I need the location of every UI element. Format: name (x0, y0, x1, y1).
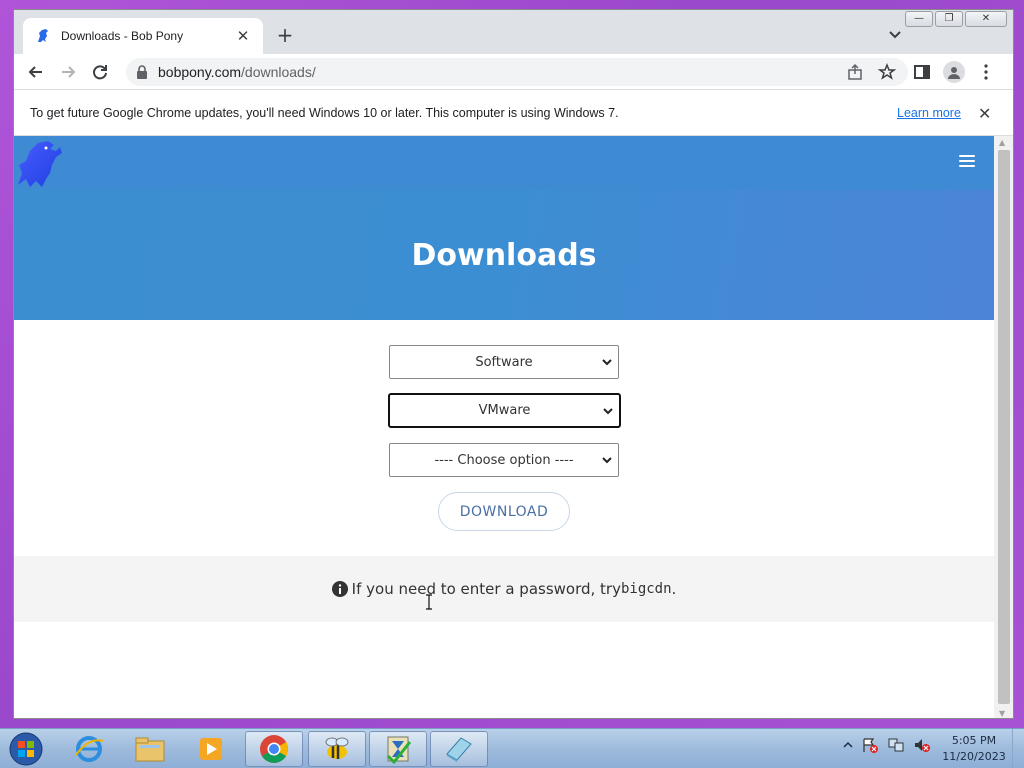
url-host: bobpony.com (158, 64, 242, 80)
learn-more-link[interactable]: Learn more (897, 106, 961, 120)
chevron-down-icon (602, 457, 612, 464)
text-cursor-icon (426, 594, 432, 610)
product-select[interactable]: VMware (388, 393, 621, 428)
browser-toolbar: bobpony.com/downloads/ (14, 54, 1013, 90)
note-text: If you need to enter a password, try (351, 580, 621, 598)
bookmark-star-icon[interactable] (878, 63, 896, 81)
page-scrollbar[interactable]: ▲ ▼ (994, 136, 1013, 718)
product-select-value: VMware (478, 403, 531, 418)
file-explorer-icon[interactable] (121, 731, 179, 767)
internet-explorer-icon[interactable] (60, 731, 118, 767)
forward-arrow-icon[interactable] (57, 61, 79, 83)
clock-date: 11/20/2023 (942, 750, 1006, 763)
clock-time: 5:05 PM (951, 734, 997, 747)
download-button[interactable]: DOWNLOAD (438, 492, 570, 531)
hourglass-app-icon[interactable] (369, 731, 427, 767)
volume-muted-icon[interactable] (913, 737, 931, 753)
page-title: Downloads (411, 237, 597, 273)
notepad-app-icon[interactable] (430, 731, 488, 767)
tab-close-icon[interactable]: ✕ (235, 27, 251, 45)
category-select[interactable]: Software (389, 345, 619, 379)
update-infobar: To get future Google Chrome updates, you… (14, 91, 1013, 136)
tab-search-chevron-icon[interactable] (886, 26, 904, 44)
bobpony-favicon-icon (38, 29, 48, 42)
action-center-flag-icon[interactable] (861, 737, 879, 753)
note-suffix: . (671, 580, 677, 598)
bee-app-icon[interactable] (308, 731, 366, 767)
hero-banner: Downloads (14, 190, 994, 320)
scrollbar-thumb[interactable] (998, 150, 1010, 704)
new-tab-button[interactable]: + (274, 24, 296, 46)
network-icon[interactable] (887, 737, 905, 753)
chrome-icon[interactable] (245, 731, 303, 767)
password-code: bigcdn (620, 581, 672, 597)
share-icon[interactable] (846, 63, 864, 81)
bobpony-logo-icon[interactable] (16, 139, 64, 189)
page-viewport: Downloads Software VMware ---- Choose op… (14, 136, 994, 718)
option-select[interactable]: ---- Choose option ---- (389, 443, 619, 477)
close-window-button[interactable]: ✕ (965, 11, 1007, 27)
tab-downloads[interactable]: Downloads - Bob Pony ✕ (23, 18, 263, 54)
show-desktop-button[interactable] (1012, 729, 1024, 768)
tab-title: Downloads - Bob Pony (61, 29, 184, 43)
media-player-icon[interactable] (182, 731, 240, 767)
minimize-button[interactable]: — (905, 11, 933, 27)
kebab-menu-icon[interactable] (977, 63, 995, 81)
browser-window: Downloads - Bob Pony ✕ + — ❐ ✕ bobpony.c… (13, 9, 1014, 719)
url-path: /downloads/ (241, 64, 316, 80)
tab-strip: Downloads - Bob Pony ✕ + — ❐ ✕ (14, 10, 1013, 54)
password-note: If you need to enter a password, try big… (14, 556, 994, 622)
chevron-down-icon (602, 359, 612, 366)
reload-icon[interactable] (89, 61, 111, 83)
maximize-button[interactable]: ❐ (935, 11, 963, 27)
hamburger-menu-icon[interactable] (959, 155, 975, 167)
infobar-close-icon[interactable]: ✕ (978, 104, 991, 123)
address-bar[interactable]: bobpony.com/downloads/ (126, 58, 908, 86)
category-select-value: Software (475, 354, 533, 370)
start-orb-icon[interactable] (6, 730, 46, 768)
window-controls: — ❐ ✕ (905, 11, 1007, 27)
taskbar-clock[interactable]: 5:05 PM 11/20/2023 (938, 733, 1010, 765)
system-tray (843, 737, 931, 753)
lock-icon (137, 65, 147, 79)
info-circle-icon (331, 581, 348, 597)
download-form: Software VMware ---- Choose option ---- … (14, 320, 994, 556)
scroll-down-arrow-icon[interactable]: ▼ (999, 709, 1005, 718)
site-navbar (14, 136, 994, 190)
scroll-up-arrow-icon[interactable]: ▲ (999, 138, 1005, 147)
infobar-message: To get future Google Chrome updates, you… (30, 106, 619, 120)
url-text: bobpony.com/downloads/ (158, 64, 316, 80)
profile-avatar-icon[interactable] (943, 61, 965, 83)
back-arrow-icon[interactable] (25, 61, 47, 83)
show-hidden-icons-icon[interactable] (843, 740, 853, 750)
windows-taskbar: 5:05 PM 11/20/2023 (0, 728, 1024, 768)
side-panel-icon[interactable] (913, 63, 931, 81)
chevron-down-icon (603, 407, 613, 414)
option-select-value: ---- Choose option ---- (434, 452, 574, 468)
